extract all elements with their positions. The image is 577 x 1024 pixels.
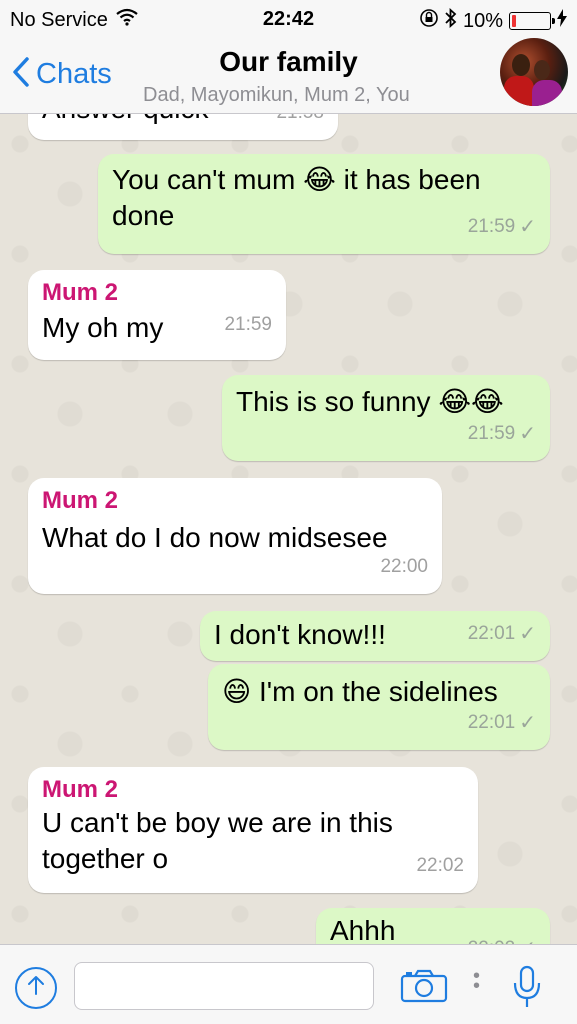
message-text-part: U can't be boy we are in this (42, 807, 393, 838)
battery-level-fill (512, 15, 516, 27)
message-input[interactable] (74, 962, 374, 1010)
bluetooth-icon (445, 7, 457, 34)
message-time-text: 21:59 (467, 423, 516, 444)
message-bubble-incoming[interactable]: Mum 2 My oh my 21:59 (28, 270, 286, 360)
message-time-text: 21:59 (224, 314, 272, 335)
message-time-text: 21:58 (276, 114, 324, 134)
message-bubble-outgoing[interactable]: Ahhh 22:02 ✓ (316, 908, 550, 944)
message-bubble-outgoing[interactable]: This is so funny 😂😂 21:59 ✓ (222, 375, 550, 461)
message-bubble-outgoing[interactable]: 😄 I'm on the sidelines 22:01 ✓ (208, 664, 550, 750)
chat-area[interactable]: Answer quick 21:58 You can't mum 😂 it ha… (0, 114, 577, 944)
emoji: 😄 (222, 676, 252, 707)
battery-icon (509, 12, 555, 30)
microphone-button[interactable] (512, 965, 542, 1009)
status-bar: No Service 22:42 10% (0, 0, 577, 38)
emoji: 😂 (303, 164, 336, 195)
message-bubble-incoming[interactable]: Mum 2 What do I do now midsesee 22:00 (28, 478, 442, 594)
message-input-bar: • • (0, 944, 577, 1024)
message-time: 22:00 (380, 546, 428, 588)
message-meta: 21:59 ✓ (468, 413, 536, 455)
message-text: What do I do now midsesee (42, 522, 388, 553)
more-options-icon[interactable]: • • (473, 966, 480, 996)
message-bubble-outgoing[interactable]: You can't mum 😂 it has been done 21:59 ✓ (98, 154, 550, 254)
avatar-face (534, 60, 550, 80)
message-text: U can't be boy we are in this together o (42, 805, 464, 877)
message-time-text: 22:02 (416, 855, 464, 876)
message-bubble-incoming[interactable]: Answer quick 21:58 (28, 114, 338, 140)
message-meta: 22:01 ✓ (468, 613, 536, 655)
message-meta: 22:02 ✓ (468, 928, 536, 944)
message-time-text: 22:01 (467, 712, 516, 733)
orientation-lock-icon (419, 8, 439, 34)
sender-name: Mum 2 (42, 776, 119, 803)
message-bubble-incoming[interactable]: Mum 2 U can't be boy we are in this toge… (28, 767, 478, 893)
message-meta: 21:59 ✓ (468, 206, 536, 248)
message-text-part: You can't mum (112, 164, 296, 195)
attach-button[interactable] (15, 967, 57, 1009)
checkmark-icon: ✓ (519, 423, 536, 445)
message-time: 22:02 (416, 845, 464, 887)
message-text-part: it has been (343, 164, 481, 195)
checkmark-icon: ✓ (519, 216, 536, 238)
sender-name: Mum 2 (42, 487, 119, 514)
battery-percent: 10% (462, 9, 503, 32)
message-text-part: I'm on the sidelines (258, 676, 498, 707)
message-time: 21:59 (224, 304, 272, 346)
camera-icon (400, 969, 448, 1007)
upload-arrow-icon (26, 974, 46, 1003)
checkmark-icon: ✓ (519, 623, 536, 645)
chat-title[interactable]: Our family (0, 46, 577, 78)
checkmark-icon: ✓ (519, 712, 536, 734)
chat-participants[interactable]: Dad, Mayomikun, Mum 2, You (143, 84, 410, 107)
avatar-figure (504, 76, 534, 106)
message-time-text: 22:02 (468, 928, 516, 944)
nav-bar: Chats Our family Dad, Mayomikun, Mum 2, … (0, 38, 577, 114)
bolt-icon (557, 9, 567, 33)
message-time-text: 22:00 (380, 556, 428, 577)
status-right: 10% (419, 7, 567, 34)
microphone-icon (512, 965, 542, 1013)
checkmark-icon: ✓ (519, 928, 536, 944)
message-text-part: This is so funny (236, 386, 431, 417)
avatar-figure (532, 80, 562, 106)
message-text-part: together o (42, 843, 169, 874)
group-avatar[interactable] (500, 38, 568, 106)
message-bubble-outgoing[interactable]: I don't know!!! 22:01 ✓ (200, 611, 550, 661)
message-time-text: 21:59 (467, 216, 516, 237)
message-meta: 22:01 ✓ (468, 702, 536, 744)
message-text-part: done (112, 200, 175, 231)
message-time-text: 22:01 (467, 623, 516, 644)
camera-button[interactable] (400, 969, 448, 1003)
avatar-face (512, 54, 530, 76)
message-time: 21:58 (276, 114, 324, 134)
